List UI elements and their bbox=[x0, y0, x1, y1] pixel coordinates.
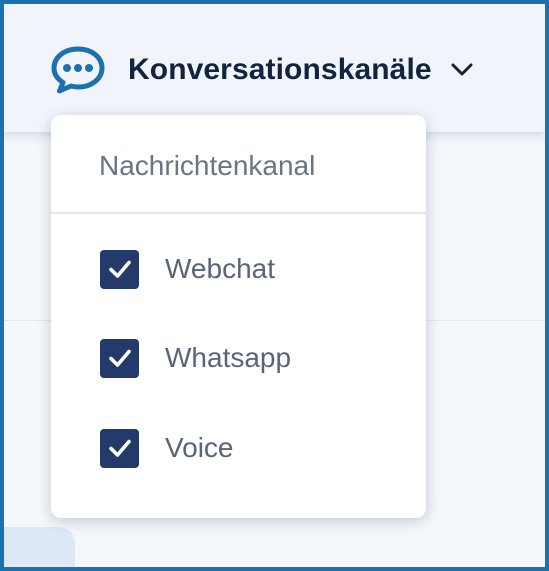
top-bar: Konversationskanäle bbox=[4, 4, 545, 132]
check-icon bbox=[108, 260, 131, 278]
chevron-down-icon bbox=[451, 63, 473, 76]
chat-bubble-icon bbox=[51, 46, 105, 94]
dot-icon bbox=[74, 64, 82, 72]
channels-dropdown-label: Konversationskanäle bbox=[128, 53, 432, 86]
channels-dropdown-trigger[interactable]: Konversationskanäle bbox=[50, 44, 474, 96]
app-frame: Konversationskanäle Nachrichtenkanal Web… bbox=[0, 0, 549, 571]
checkbox-checked[interactable] bbox=[100, 338, 139, 378]
checkbox-checked[interactable] bbox=[100, 249, 139, 289]
option-webchat[interactable]: Webchat bbox=[100, 249, 275, 289]
checkbox-checked[interactable] bbox=[100, 428, 139, 468]
dot-icon bbox=[85, 64, 93, 72]
check-icon bbox=[108, 349, 131, 367]
option-label: Webchat bbox=[165, 253, 275, 284]
option-label: Voice bbox=[165, 432, 234, 463]
dropdown-title: Nachrichtenkanal bbox=[51, 115, 426, 214]
option-label: Whatsapp bbox=[165, 342, 292, 373]
option-whatsapp[interactable]: Whatsapp bbox=[100, 338, 291, 378]
option-voice[interactable]: Voice bbox=[100, 428, 234, 468]
corner-tab[interactable] bbox=[4, 527, 75, 567]
channels-dropdown-menu: Nachrichtenkanal Webchat Whatsapp Voice bbox=[51, 115, 426, 518]
check-icon bbox=[108, 439, 131, 457]
dot-icon bbox=[63, 64, 71, 72]
